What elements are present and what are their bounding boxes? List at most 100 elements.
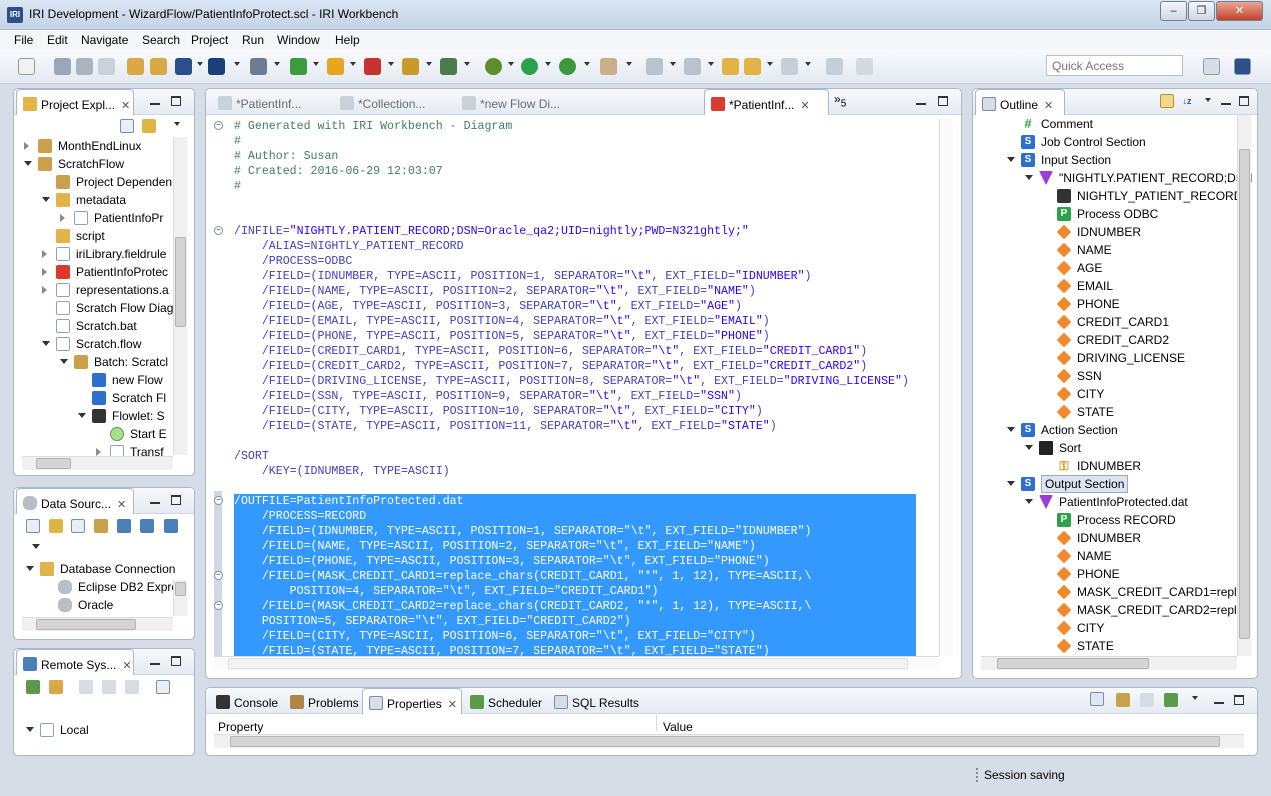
menu-run[interactable]: Run	[242, 33, 264, 47]
code-line[interactable]: /ALIAS=NIGHTLY_PATIENT_RECORD	[234, 239, 916, 254]
code-line[interactable]: /FIELD=(MASK_CREDIT_CARD2=replace_chars(…	[234, 599, 916, 614]
code-line[interactable]: /SORT	[234, 449, 916, 464]
tree-item[interactable]: PHONE	[973, 295, 1233, 313]
tab-patientinfo-1[interactable]: *PatientInf...	[212, 89, 330, 115]
maximize-icon[interactable]	[171, 495, 181, 505]
code-line[interactable]: POSITION=4, SEPARATOR="\t", EXT_FIELD="C…	[234, 584, 916, 599]
code-line[interactable]: /FIELD=(CREDIT_CARD1, TYPE=ASCII, POSITI…	[234, 344, 916, 359]
tree-item[interactable]: Project Dependen	[14, 173, 172, 191]
tree-item[interactable]: Scratch.flow	[14, 335, 169, 353]
code-line[interactable]: /KEY=(IDNUMBER, TYPE=ASCII)	[234, 464, 916, 479]
column-value[interactable]: Value	[663, 720, 693, 734]
chevron-down-icon[interactable]	[584, 62, 590, 66]
horizontal-scrollbar[interactable]	[981, 656, 1237, 670]
chevron-down-icon[interactable]	[767, 62, 773, 66]
code-line[interactable]: /FIELD=(NAME, TYPE=ASCII, POSITION=2, SE…	[234, 284, 916, 299]
menu-window[interactable]: Window	[277, 33, 320, 47]
sort-az-icon[interactable]: ↓z	[1180, 94, 1194, 108]
show-categories-icon[interactable]	[1090, 692, 1104, 706]
next-annotation-icon[interactable]	[646, 58, 663, 75]
tree-item[interactable]: S Input Section	[973, 151, 1233, 169]
expanded-twistie-icon[interactable]	[42, 197, 50, 202]
run-external-icon[interactable]	[559, 58, 576, 75]
tree-item[interactable]: PatientInfoPr	[14, 209, 169, 227]
tree-item[interactable]: S Output Section	[973, 475, 1233, 493]
import-icon[interactable]	[117, 519, 131, 533]
collapsed-twistie-icon[interactable]	[60, 214, 65, 222]
code-line[interactable]: /FIELD=(CITY, TYPE=ASCII, POSITION=10, S…	[234, 404, 916, 419]
transform-icon[interactable]	[440, 58, 457, 75]
code-line[interactable]: /FIELD=(CITY, TYPE=ASCII, POSITION=6, SE…	[234, 629, 916, 644]
minimize-icon[interactable]	[1221, 103, 1231, 105]
tree-item[interactable]: AGE	[973, 259, 1233, 277]
tree-item[interactable]: CITY	[973, 385, 1233, 403]
properties-icon[interactable]	[164, 519, 178, 533]
tab-problems[interactable]: Problems	[284, 688, 362, 714]
open-perspective-icon[interactable]	[1203, 58, 1220, 75]
menu-navigate[interactable]: Navigate	[81, 33, 128, 47]
code-line[interactable]: /FIELD=(NAME, TYPE=ASCII, POSITION=2, SE…	[234, 539, 916, 554]
tab-outline[interactable]: Outline ✕	[975, 89, 1065, 115]
code-line[interactable]: /FIELD=(DRIVING_LICENSE, TYPE=ASCII, POS…	[234, 374, 916, 389]
tab-sql-results[interactable]: SQL Results	[548, 688, 640, 714]
tree-item[interactable]: Start E	[14, 425, 169, 443]
iri-perspective-icon[interactable]	[1234, 58, 1251, 75]
tree-item[interactable]: ⚿ IDNUMBER	[973, 457, 1233, 475]
tree-item[interactable]: iriLibrary.fieldrule	[14, 245, 169, 263]
tab-remote-systems[interactable]: Remote Sys... ✕	[16, 649, 134, 675]
tree-item[interactable]: ScratchFlow	[14, 155, 169, 173]
tree-item[interactable]: NAME	[973, 547, 1233, 565]
tree-item[interactable]: "NIGHTLY.PATIENT_RECORD;DSN	[973, 169, 1252, 187]
pencil-icon[interactable]	[600, 58, 617, 75]
link-with-editor-icon[interactable]	[1160, 94, 1174, 108]
minimize-button[interactable]: –	[1160, 1, 1187, 21]
code-line[interactable]: /FIELD=(IDNUMBER, TYPE=ASCII, POSITION=1…	[234, 524, 916, 539]
tree-item[interactable]: NIGHTLY_PATIENT_RECORD	[973, 187, 1242, 205]
globe-icon[interactable]	[290, 58, 307, 75]
code-line[interactable]: /FIELD=(IDNUMBER, TYPE=ASCII, POSITION=1…	[234, 269, 916, 284]
close-icon[interactable]: ✕	[1044, 99, 1053, 112]
close-icon[interactable]: ✕	[800, 99, 809, 112]
chevron-down-icon[interactable]	[388, 62, 394, 66]
tree-item[interactable]: MASK_CREDIT_CARD2=replac	[973, 601, 1249, 619]
data-icon[interactable]	[250, 58, 267, 75]
tree-item[interactable]: Flowlet: S	[14, 407, 169, 425]
open-folder-icon[interactable]	[127, 58, 144, 75]
code-line[interactable]: /FIELD=(PHONE, TYPE=ASCII, POSITION=3, S…	[234, 554, 916, 569]
menu-file[interactable]: File	[14, 33, 33, 47]
chevron-down-icon[interactable]	[234, 62, 240, 66]
show-advanced-icon[interactable]	[1116, 693, 1130, 707]
tree-item[interactable]: S Action Section	[973, 421, 1233, 439]
expanded-twistie-icon[interactable]	[1025, 499, 1033, 504]
new-connection-icon[interactable]	[26, 680, 40, 694]
tab-scheduler[interactable]: Scheduler	[464, 688, 548, 714]
maximize-icon[interactable]	[171, 96, 181, 106]
menu-search[interactable]: Search	[142, 33, 180, 47]
code-line[interactable]: /FIELD=(PHONE, TYPE=ASCII, POSITION=5, S…	[234, 329, 916, 344]
prev-annotation-icon[interactable]	[684, 58, 701, 75]
chevron-down-icon[interactable]	[708, 62, 714, 66]
code-line[interactable]: /FIELD=(AGE, TYPE=ASCII, POSITION=3, SEP…	[234, 299, 916, 314]
close-icon[interactable]: ✕	[448, 698, 457, 711]
chevron-down-icon[interactable]	[545, 62, 551, 66]
tree-item[interactable]: CITY	[973, 619, 1233, 637]
tree-item[interactable]: PatientInfoProtec	[14, 263, 169, 281]
tree-item[interactable]: STATE	[973, 637, 1233, 655]
maximize-button[interactable]: ❐	[1188, 1, 1215, 21]
tree-item[interactable]: new Flow	[14, 371, 169, 389]
link-icon[interactable]	[49, 519, 63, 533]
chevron-down-icon[interactable]	[274, 62, 280, 66]
tree-item[interactable]: Local	[14, 721, 174, 739]
back-icon[interactable]	[79, 680, 93, 694]
tab-properties[interactable]: Properties ✕	[362, 688, 462, 714]
view-menu-icon[interactable]	[32, 544, 40, 549]
refresh-icon[interactable]	[49, 680, 63, 694]
home-icon[interactable]	[125, 680, 139, 694]
code-line[interactable]	[234, 194, 916, 209]
tab-new-flow-diagram[interactable]: *new Flow Di...	[456, 89, 596, 115]
tree-item[interactable]: metadata	[14, 191, 169, 209]
fold-icon[interactable]: −	[214, 571, 223, 580]
menu-edit[interactable]: Edit	[47, 33, 68, 47]
chevron-down-icon[interactable]	[426, 62, 432, 66]
collapsed-twistie-icon[interactable]	[42, 250, 47, 258]
